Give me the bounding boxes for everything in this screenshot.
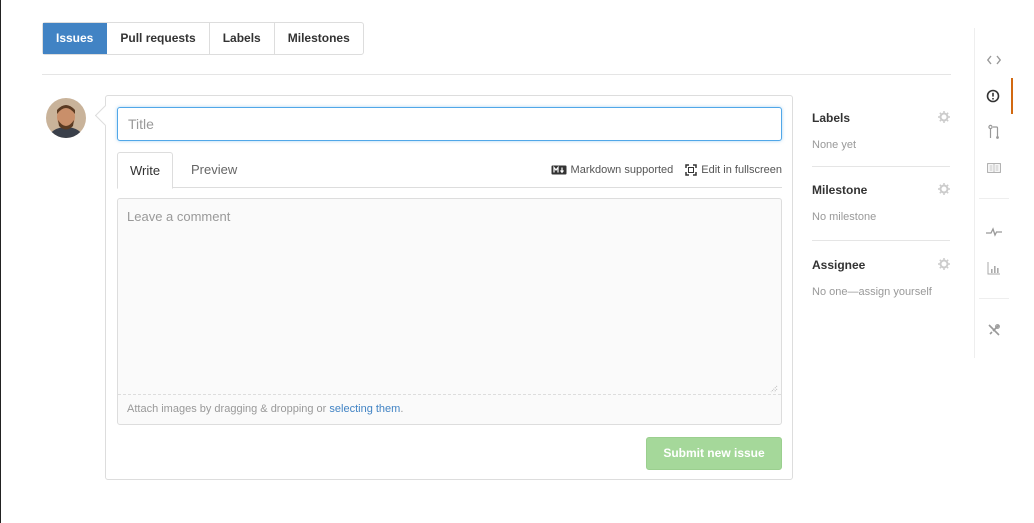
new-issue-form: Write Preview Markdown supported Edit in… <box>105 95 793 480</box>
avatar[interactable] <box>46 98 86 138</box>
editor-toolbar: Markdown supported Edit in fullscreen <box>551 152 782 188</box>
tab-milestones[interactable]: Milestones <box>275 23 363 54</box>
milestone-value: No milestone <box>812 211 877 223</box>
tab-write[interactable]: Write <box>117 152 174 189</box>
comment-editor: Attach images by dragging & dropping or … <box>117 198 782 425</box>
pull-request-icon <box>988 124 999 139</box>
assignee-gear-icon[interactable] <box>938 258 950 270</box>
tab-issues[interactable]: Issues <box>43 23 108 54</box>
pulse-icon <box>986 227 1002 237</box>
fullscreen-button[interactable]: Edit in fullscreen <box>685 152 782 188</box>
labels-gear-icon[interactable] <box>938 111 950 123</box>
markdown-supported-link[interactable]: Markdown supported <box>551 152 674 188</box>
labels-value: None yet <box>812 139 857 151</box>
rail-wiki[interactable] <box>975 150 1013 186</box>
sidebar-divider <box>812 240 950 241</box>
attach-hint: Attach images by dragging & dropping or … <box>127 403 403 415</box>
submit-issue-button[interactable]: Submit new issue <box>646 437 782 470</box>
editor-tabs: Write Preview Markdown supported Edit in… <box>117 152 782 189</box>
attach-text: Attach images by dragging & dropping or <box>127 403 330 415</box>
resize-grip-icon[interactable] <box>770 385 778 393</box>
graphs-icon <box>987 262 1000 275</box>
issue-title-input[interactable] <box>117 107 782 141</box>
milestone-heading: Milestone <box>812 183 868 197</box>
markdown-label: Markdown supported <box>570 164 674 176</box>
markdown-icon <box>551 165 567 175</box>
rail-settings[interactable] <box>975 312 1013 348</box>
rail-divider <box>979 298 1009 299</box>
sidebar-assignee: Assignee No one—assign yourself <box>812 258 950 298</box>
settings-icon <box>988 324 1000 336</box>
rail-divider <box>979 198 1009 199</box>
rail-code[interactable] <box>975 42 1013 78</box>
comment-textarea[interactable] <box>118 199 781 395</box>
tab-labels[interactable]: Labels <box>210 23 275 54</box>
rail-issues[interactable] <box>975 78 1013 114</box>
tab-pull-requests[interactable]: Pull requests <box>107 23 210 54</box>
rail-graphs[interactable] <box>975 250 1013 286</box>
fullscreen-label: Edit in fullscreen <box>701 164 782 176</box>
code-icon <box>987 55 1001 65</box>
tab-preview[interactable]: Preview <box>179 152 249 188</box>
avatar-image <box>46 98 86 138</box>
sidebar-divider <box>812 166 950 167</box>
milestone-gear-icon[interactable] <box>938 183 950 195</box>
wiki-icon <box>987 163 1001 173</box>
issues-icon <box>986 89 1000 103</box>
attach-end: . <box>400 403 404 415</box>
select-files-link[interactable]: selecting them <box>329 403 400 415</box>
repo-side-nav <box>974 28 1013 358</box>
assignee-heading: Assignee <box>812 258 866 272</box>
sidebar-milestone: Milestone No milestone <box>812 183 950 223</box>
repo-nav-tabs: Issues Pull requests Labels Milestones <box>42 22 364 55</box>
rail-pulse[interactable] <box>975 214 1013 250</box>
labels-heading: Labels <box>812 111 851 125</box>
header-divider <box>42 74 951 75</box>
fullscreen-icon <box>685 164 698 176</box>
sidebar-labels: Labels None yet <box>812 111 950 151</box>
rail-pull-requests[interactable] <box>975 114 1013 150</box>
assignee-value[interactable]: No one—assign yourself <box>812 286 950 298</box>
